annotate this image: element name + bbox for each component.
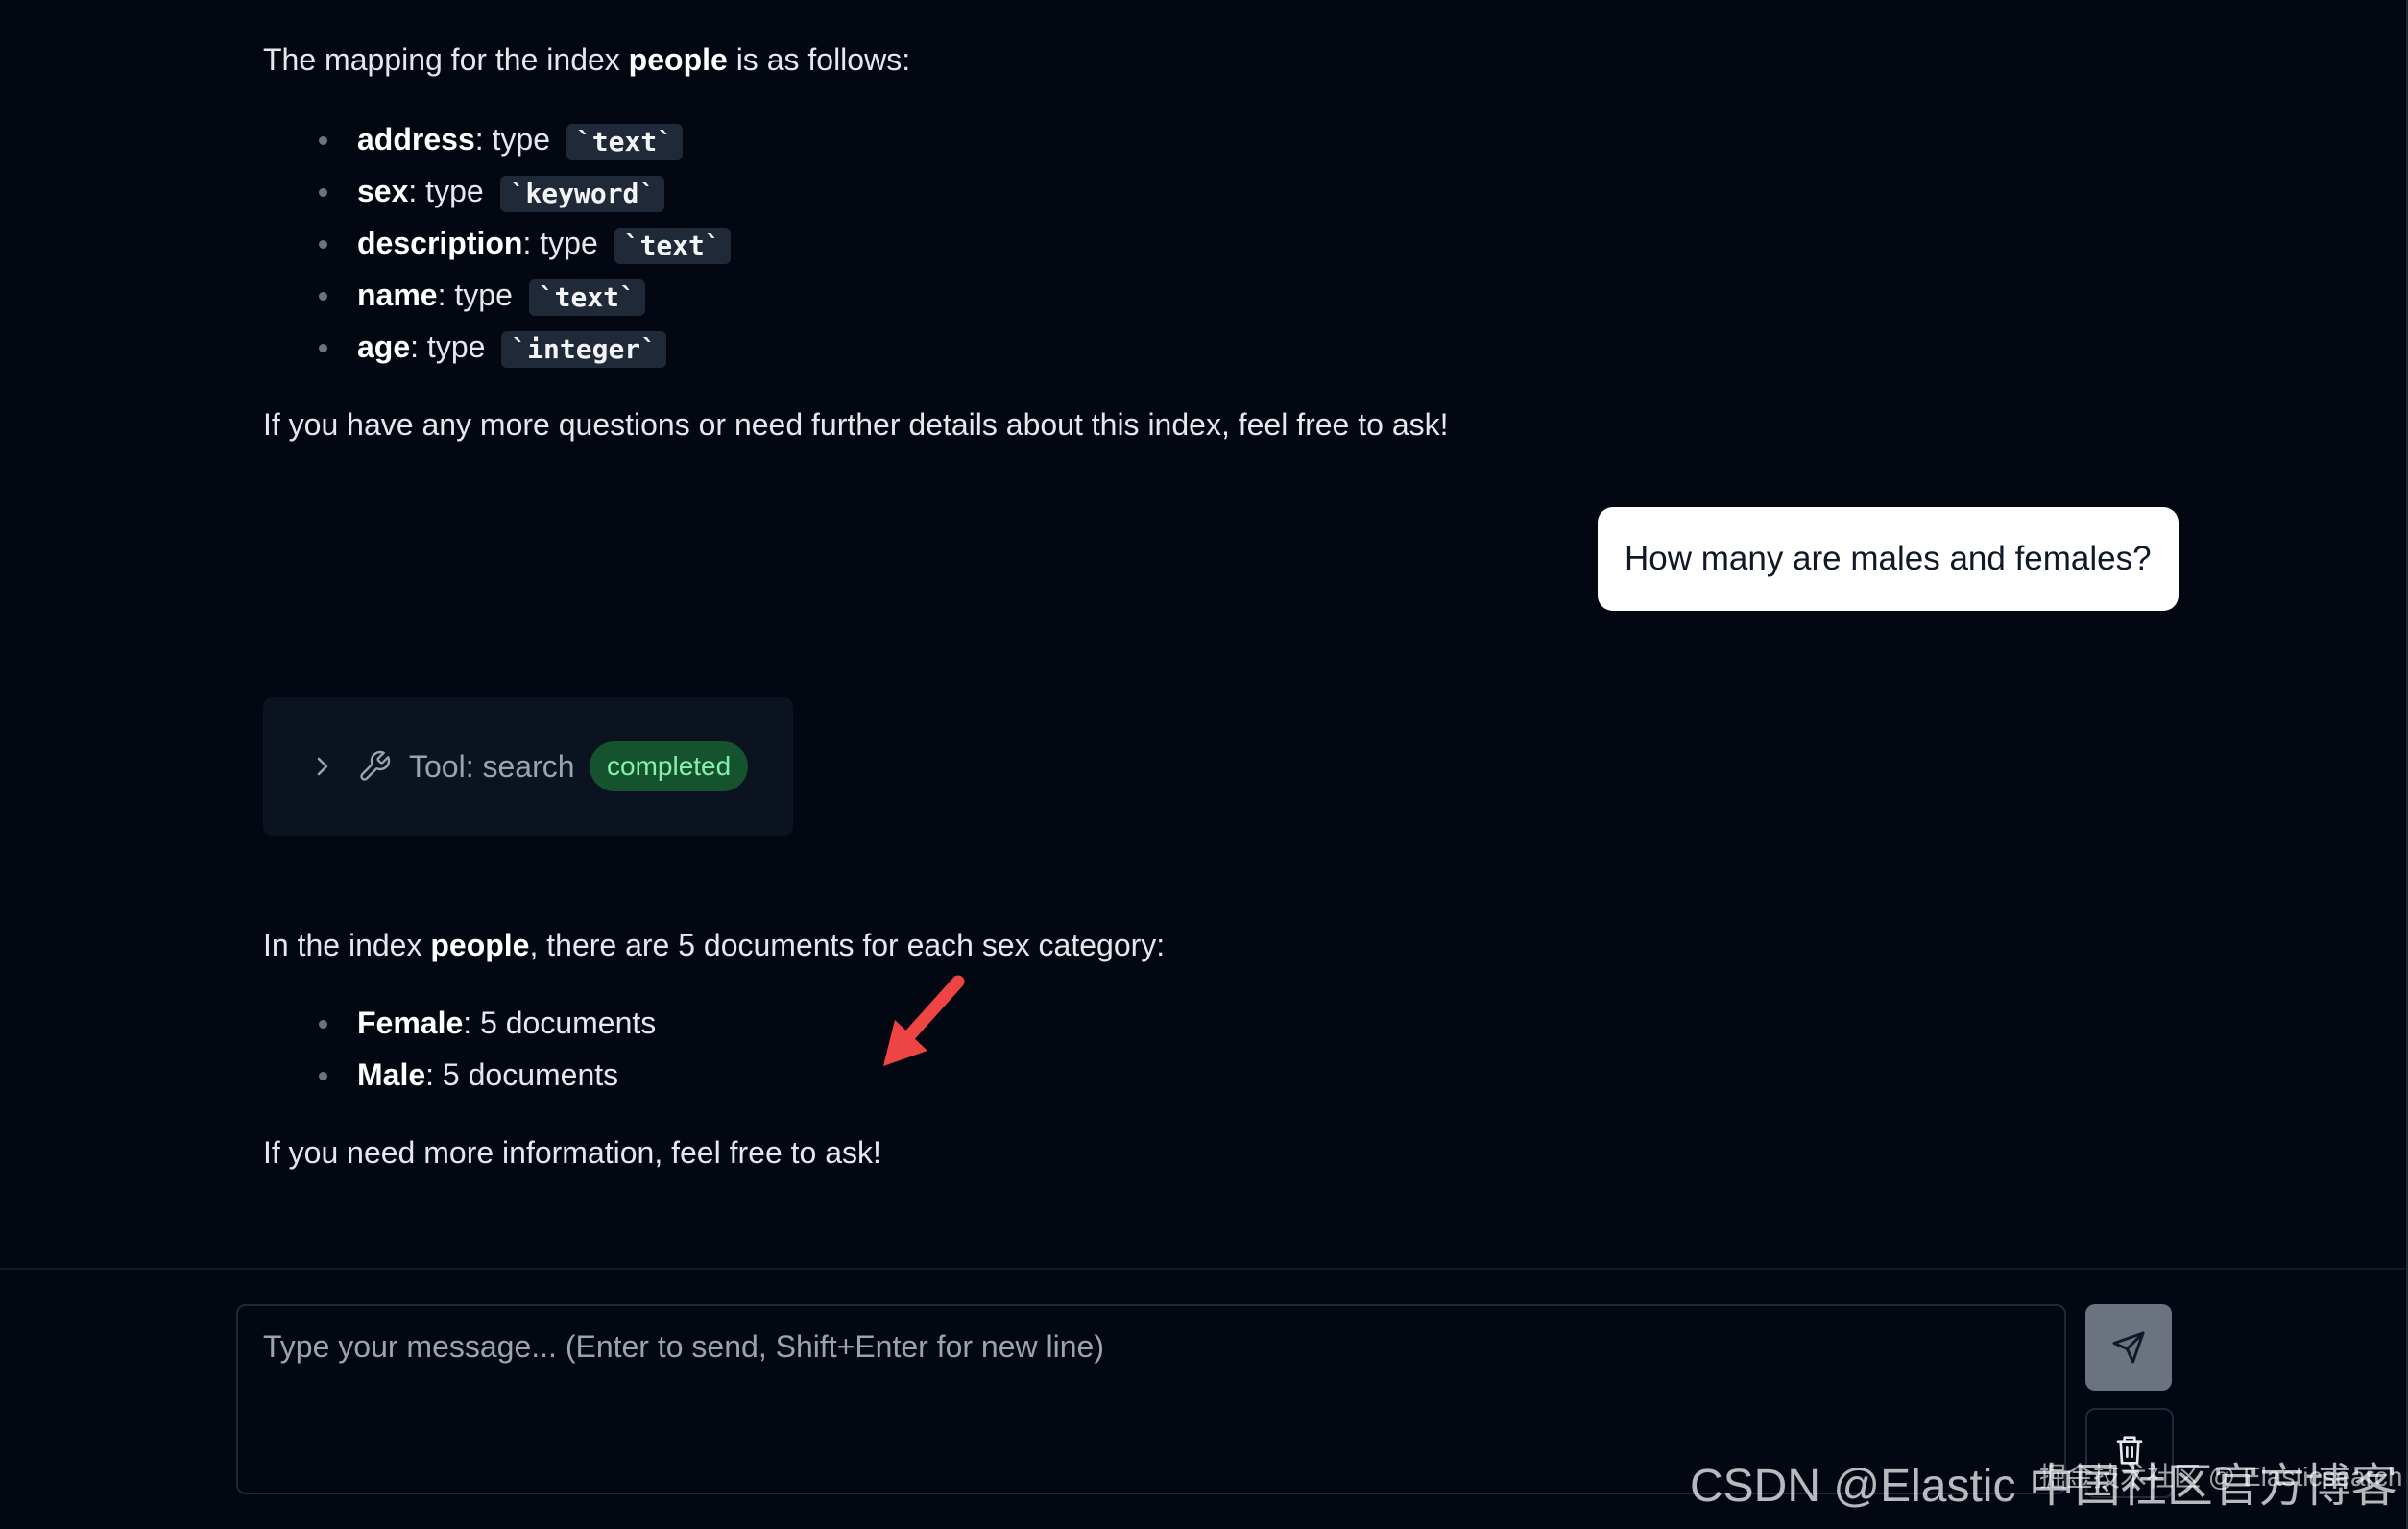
field-type-code: `text` <box>614 227 731 264</box>
field-name: address <box>357 122 475 157</box>
mapping-intro-prefix: The mapping for the index <box>263 42 629 77</box>
field-name: description <box>357 226 523 260</box>
answer-intro: In the index people, there are 5 documen… <box>263 924 1165 966</box>
field-name: name <box>357 278 438 312</box>
answer-item-value: : 5 documents <box>463 1006 657 1040</box>
answer-item-name: Female <box>357 1006 464 1040</box>
tool-call-card[interactable]: Tool: search completed <box>263 697 793 836</box>
answer-intro-suffix: , there are 5 documents for each sex cat… <box>529 928 1166 962</box>
list-item: name: type `text` <box>309 269 731 321</box>
list-item: description: type `text` <box>309 217 731 269</box>
answer-item-name: Male <box>357 1057 426 1092</box>
list-item: sex: type `keyword` <box>309 165 731 217</box>
answer-list: Female: 5 documents Male: 5 documents <box>309 997 656 1101</box>
mapping-intro: The mapping for the index people is as f… <box>263 38 910 81</box>
juejin-watermark: 掘金技术社区 @ Elasticsearch <box>2039 1462 2403 1492</box>
field-name: sex <box>357 174 409 208</box>
field-type-code: `text` <box>528 279 645 316</box>
bullet-icon <box>319 188 327 197</box>
bullet-icon <box>319 292 327 301</box>
field-sep: : type <box>408 174 493 208</box>
tool-label: Tool: search <box>409 749 575 784</box>
mapping-field-list: address: type `text` sex: type `keyword`… <box>309 113 731 373</box>
send-icon <box>2112 1331 2145 1364</box>
field-type-code: `text` <box>566 123 684 160</box>
chat-page: The mapping for the index people is as f… <box>0 0 2408 1529</box>
field-type-code: `keyword` <box>499 175 665 212</box>
mapping-outro: If you have any more questions or need f… <box>263 407 1449 442</box>
mapping-intro-suffix: is as follows: <box>727 42 911 77</box>
field-sep: : type <box>437 278 521 312</box>
field-sep: : type <box>522 226 607 260</box>
field-sep: : type <box>474 122 559 157</box>
wrench-icon <box>360 750 391 781</box>
red-arrow-annotation <box>883 975 965 1066</box>
field-type-code: `integer` <box>501 330 667 368</box>
bullet-icon <box>319 344 327 352</box>
list-item: Female: 5 documents <box>309 997 656 1049</box>
user-message-bubble: How many are males and females? <box>1598 507 2179 611</box>
answer-intro-index: people <box>430 928 530 962</box>
bullet-icon <box>319 136 327 145</box>
status-badge: completed <box>590 741 749 791</box>
bullet-icon <box>319 1020 327 1029</box>
bullet-icon <box>319 240 327 249</box>
bullet-icon <box>319 1072 327 1080</box>
composer-divider <box>0 1268 2406 1270</box>
answer-intro-prefix: In the index <box>263 928 431 962</box>
field-name: age <box>357 329 411 364</box>
answer-item-value: : 5 documents <box>425 1057 619 1092</box>
send-button[interactable] <box>2085 1304 2172 1391</box>
mapping-intro-index: people <box>628 42 728 77</box>
chevron-right-icon[interactable] <box>311 753 334 780</box>
answer-outro: If you need more information, feel free … <box>263 1135 881 1170</box>
list-item: address: type `text` <box>309 113 731 165</box>
field-sep: : type <box>410 329 494 364</box>
list-item: Male: 5 documents <box>309 1049 656 1101</box>
message-input-placeholder: Type your message... (Enter to send, Shi… <box>263 1329 1104 1364</box>
list-item: age: type `integer` <box>309 321 731 373</box>
